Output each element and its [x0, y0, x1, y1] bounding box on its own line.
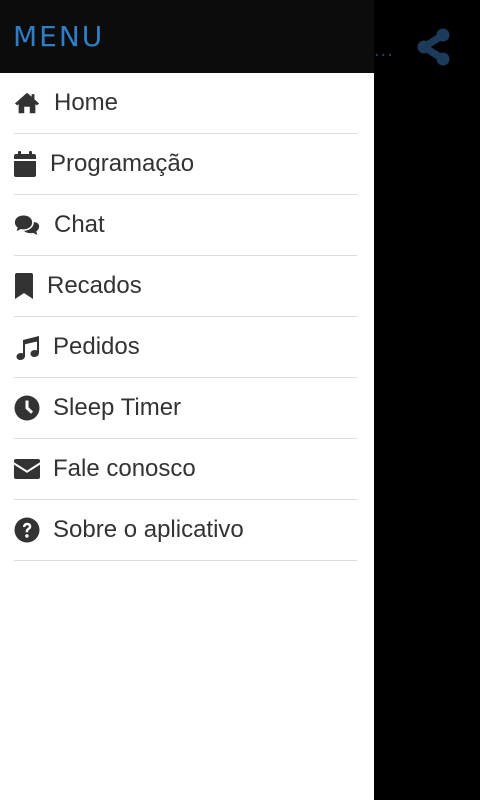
overflow-indicator: ...: [374, 39, 394, 61]
share-icon[interactable]: [416, 28, 452, 66]
menu-item-sobre-o-aplicativo[interactable]: Sobre o aplicativo: [14, 500, 357, 561]
drawer-title: MENU: [13, 20, 105, 53]
menu-list: Home Programação Chat Recados Pedidos Sl…: [0, 73, 374, 561]
menu-item-programacao[interactable]: Programação: [14, 134, 357, 195]
menu-item-label: Chat: [54, 211, 105, 238]
menu-item-recados[interactable]: Recados: [14, 256, 357, 317]
menu-item-label: Recados: [47, 272, 142, 299]
envelope-icon: [14, 456, 40, 482]
menu-item-sleep-timer[interactable]: Sleep Timer: [14, 378, 357, 439]
chat-icon: [14, 212, 40, 238]
menu-item-chat[interactable]: Chat: [14, 195, 357, 256]
bookmark-icon: [14, 273, 40, 299]
menu-item-label: Sobre o aplicativo: [53, 516, 244, 543]
help-icon: [14, 517, 40, 543]
menu-item-fale-conosco[interactable]: Fale conosco: [14, 439, 357, 500]
navigation-drawer: MENU Home Programação Chat Recados Pedid…: [0, 0, 374, 800]
menu-item-label: Sleep Timer: [53, 394, 182, 421]
menu-item-label: Home: [54, 89, 119, 116]
drawer-header: MENU: [0, 0, 374, 73]
clock-icon: [14, 395, 40, 421]
menu-item-label: Programação: [50, 150, 195, 177]
calendar-icon: [14, 151, 40, 177]
home-icon: [14, 90, 40, 116]
menu-item-home[interactable]: Home: [14, 73, 357, 134]
menu-item-label: Fale conosco: [53, 455, 196, 482]
menu-item-label: Pedidos: [53, 333, 140, 360]
menu-item-pedidos[interactable]: Pedidos: [14, 317, 357, 378]
music-note-icon: [14, 334, 40, 360]
